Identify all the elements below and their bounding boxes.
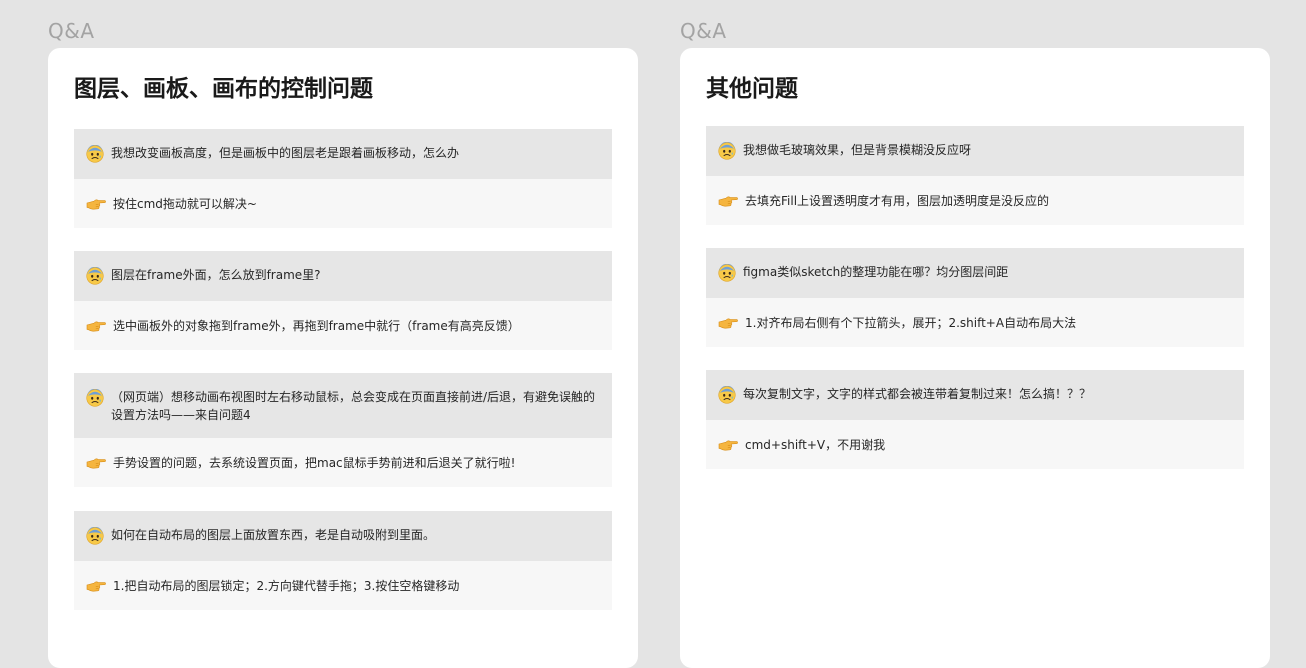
answer-text: 去填充Fill上设置透明度才有用，图层加透明度是没反应的 <box>745 193 1050 208</box>
anxious-face-icon <box>86 527 104 545</box>
answer-text: 选中画板外的对象拖到frame外，再拖到frame中就行（frame有高亮反馈） <box>113 318 520 333</box>
anxious-face-icon <box>718 264 736 282</box>
question-text: figma类似sketch的整理功能在哪？均分图层间距 <box>743 265 1009 279</box>
answer-text: 手势设置的问题，去系统设置页面，把mac鼠标手势前进和后退关了就行啦! <box>113 455 516 470</box>
answer-row: 选中画板外的对象拖到frame外，再拖到frame中就行（frame有高亮反馈） <box>74 301 612 350</box>
question-text: 如何在自动布局的图层上面放置东西，老是自动吸附到里面。 <box>111 528 436 542</box>
question-text: 我想改变画板高度，但是画板中的图层老是跟着画板移动，怎么办 <box>111 146 460 160</box>
qa-item: 我想改变画板高度，但是画板中的图层老是跟着画板移动，怎么办 按住cmd拖动就可以… <box>74 129 612 228</box>
question-text: 图层在frame外面，怎么放到frame里? <box>111 268 321 282</box>
pointing-hand-icon <box>718 194 738 208</box>
pointing-hand-icon <box>718 438 738 452</box>
question-row: 我想改变画板高度，但是画板中的图层老是跟着画板移动，怎么办 <box>74 129 612 179</box>
answer-row: cmd+shift+V，不用谢我 <box>706 420 1244 469</box>
question-text: 每次复制文字，文字的样式都会被连带着复制过来！怎么搞！？？ <box>743 387 1092 401</box>
answer-text: 1.对齐布局右侧有个下拉箭头，展开；2.shift+A自动布局大法 <box>745 315 1077 330</box>
pointing-hand-icon <box>86 197 106 211</box>
qa-item: figma类似sketch的整理功能在哪？均分图层间距 1.对齐布局右侧有个下拉… <box>706 248 1244 347</box>
answer-row: 手势设置的问题，去系统设置页面，把mac鼠标手势前进和后退关了就行啦! <box>74 438 612 487</box>
anxious-face-icon <box>86 145 104 163</box>
question-row: 我想做毛玻璃效果，但是背景模糊没反应呀 <box>706 126 1244 176</box>
question-row: 如何在自动布局的图层上面放置东西，老是自动吸附到里面。 <box>74 511 612 561</box>
question-row: （网页端）想移动画布视图时左右移动鼠标，总会变成在页面直接前进/后退，有避免误触… <box>74 373 612 438</box>
section-label: Q&A <box>48 19 95 43</box>
answer-text: 按住cmd拖动就可以解决~ <box>113 196 257 211</box>
card-title: 图层、画板、画布的控制问题 <box>74 76 373 102</box>
answer-row: 1.对齐布局右侧有个下拉箭头，展开；2.shift+A自动布局大法 <box>706 298 1244 347</box>
question-row: 每次复制文字，文字的样式都会被连带着复制过来！怎么搞！？？ <box>706 370 1244 420</box>
qa-item: 每次复制文字，文字的样式都会被连带着复制过来！怎么搞！？？ cmd+shift+… <box>706 370 1244 469</box>
pointing-hand-icon <box>86 456 106 470</box>
qa-card-canvas-control: 图层、画板、画布的控制问题 我想改变画板高度，但是画板中的图层老是跟着画板移动，… <box>48 48 638 668</box>
pointing-hand-icon <box>86 319 106 333</box>
question-text: （网页端）想移动画布视图时左右移动鼠标，总会变成在页面直接前进/后退，有避免误触… <box>111 390 596 422</box>
qa-card-other: 其他问题 我想做毛玻璃效果，但是背景模糊没反应呀 去填充Fill上设置透明度才有… <box>680 48 1270 668</box>
qa-item: 如何在自动布局的图层上面放置东西，老是自动吸附到里面。 1.把自动布局的图层锁定… <box>74 511 612 610</box>
pointing-hand-icon <box>718 316 738 330</box>
pointing-hand-icon <box>86 579 106 593</box>
answer-row: 按住cmd拖动就可以解决~ <box>74 179 612 228</box>
question-row: 图层在frame外面，怎么放到frame里? <box>74 251 612 301</box>
anxious-face-icon <box>718 142 736 160</box>
qa-item: 我想做毛玻璃效果，但是背景模糊没反应呀 去填充Fill上设置透明度才有用，图层加… <box>706 126 1244 225</box>
qa-item: 图层在frame外面，怎么放到frame里? 选中画板外的对象拖到frame外，… <box>74 251 612 350</box>
anxious-face-icon <box>718 386 736 404</box>
qa-item: （网页端）想移动画布视图时左右移动鼠标，总会变成在页面直接前进/后退，有避免误触… <box>74 373 612 487</box>
answer-row: 1.把自动布局的图层锁定；2.方向键代替手拖；3.按住空格键移动 <box>74 561 612 610</box>
card-title: 其他问题 <box>706 76 798 102</box>
question-text: 我想做毛玻璃效果，但是背景模糊没反应呀 <box>743 143 972 157</box>
anxious-face-icon <box>86 267 104 285</box>
answer-text: 1.把自动布局的图层锁定；2.方向键代替手拖；3.按住空格键移动 <box>113 578 460 593</box>
answer-text: cmd+shift+V，不用谢我 <box>745 437 886 452</box>
answer-row: 去填充Fill上设置透明度才有用，图层加透明度是没反应的 <box>706 176 1244 225</box>
question-row: figma类似sketch的整理功能在哪？均分图层间距 <box>706 248 1244 298</box>
anxious-face-icon <box>86 389 104 407</box>
section-label: Q&A <box>680 19 727 43</box>
